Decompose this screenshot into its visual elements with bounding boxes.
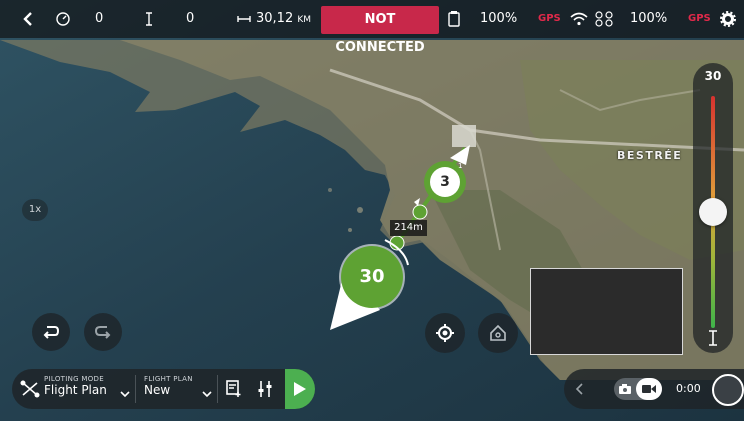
altitude-slider[interactable]: 30 — [693, 63, 733, 353]
altitude-icon — [144, 0, 154, 38]
waypoint-small-value: 3 — [430, 167, 460, 197]
flight-plan-controls: PILOTING MODE Flight Plan FLIGHT PLAN Ne… — [12, 369, 315, 409]
add-list-icon — [226, 380, 241, 397]
undo-icon — [43, 326, 60, 339]
distance-value: 30,12 — [256, 11, 294, 26]
drone-battery: 100% — [630, 11, 668, 26]
zoom-badge[interactable]: 1x — [22, 199, 48, 221]
sliders-icon — [258, 381, 272, 397]
top-status-bar: 0 0 30,12 KM NOT CONNECTED 100% GPS 100%… — [0, 0, 744, 55]
home-icon — [490, 324, 506, 341]
controller-battery: 100% — [480, 11, 518, 26]
video-icon — [642, 385, 656, 393]
controller-gps: GPS — [538, 13, 561, 24]
flight-plan-label: FLIGHT PLAN — [144, 375, 193, 383]
recording-time: 0:00 — [676, 382, 701, 395]
drone-gps: GPS — [688, 13, 711, 24]
chevron-left-icon — [23, 11, 32, 26]
distance-label: 214m — [390, 220, 427, 236]
flight-plan-value: New — [144, 383, 171, 397]
photo-video-toggle[interactable] — [614, 378, 662, 400]
wifi-icon — [570, 0, 588, 38]
waypoint-small-index: 1 — [458, 162, 463, 170]
settings-button[interactable] — [720, 0, 736, 38]
play-icon — [294, 382, 306, 396]
play-button[interactable] — [285, 369, 315, 409]
back-button[interactable] — [22, 0, 34, 38]
waypoint-small[interactable]: 3 1 — [424, 161, 466, 203]
recording-controls: 0:00 — [564, 369, 744, 409]
distance-unit: KM — [297, 15, 312, 25]
waypoint-large[interactable]: 30 — [341, 246, 403, 308]
timer-value: 0 — [95, 11, 104, 26]
altitude-icon — [707, 329, 719, 351]
chevron-down-icon — [202, 383, 212, 402]
collapse-button[interactable] — [564, 369, 596, 409]
distance-icon — [237, 0, 251, 38]
timer-icon — [55, 0, 71, 38]
video-preview[interactable] — [530, 268, 683, 355]
redo-button[interactable] — [84, 313, 122, 351]
piloting-mode-value: Flight Plan — [44, 383, 107, 397]
altitude-slider-value: 30 — [704, 69, 722, 83]
altitude-slider-thumb[interactable] — [699, 198, 727, 226]
piloting-mode-icon — [20, 380, 40, 402]
flight-path-layer — [330, 145, 470, 330]
piloting-mode-label: PILOTING MODE — [44, 375, 104, 383]
gear-icon — [720, 10, 736, 27]
chevron-left-icon — [575, 383, 583, 395]
edit-plan-button[interactable] — [226, 380, 242, 402]
place-label: BESTRÉE — [617, 149, 683, 162]
recenter-button[interactable] — [425, 313, 465, 353]
controller-icon — [447, 0, 461, 38]
drone-icon — [595, 0, 613, 38]
settings-sliders-button[interactable] — [257, 380, 273, 402]
undo-button[interactable] — [32, 313, 70, 351]
piloting-mode-selector[interactable]: PILOTING MODE Flight Plan — [44, 375, 107, 397]
chevron-down-icon — [120, 383, 130, 402]
record-button[interactable] — [712, 374, 744, 406]
flight-plan-selector[interactable]: FLIGHT PLAN New — [144, 375, 193, 397]
connection-status[interactable]: NOT CONNECTED — [321, 6, 439, 55]
waypoint-dot[interactable] — [412, 204, 428, 220]
crosshair-icon — [436, 324, 454, 342]
waypoint-large-value: 30 — [359, 266, 385, 287]
distance-readout: 30,12 KM — [256, 0, 311, 38]
camera-icon — [619, 384, 631, 394]
altitude-value: 0 — [186, 11, 195, 26]
redo-icon — [94, 326, 111, 339]
home-button[interactable] — [478, 313, 518, 353]
